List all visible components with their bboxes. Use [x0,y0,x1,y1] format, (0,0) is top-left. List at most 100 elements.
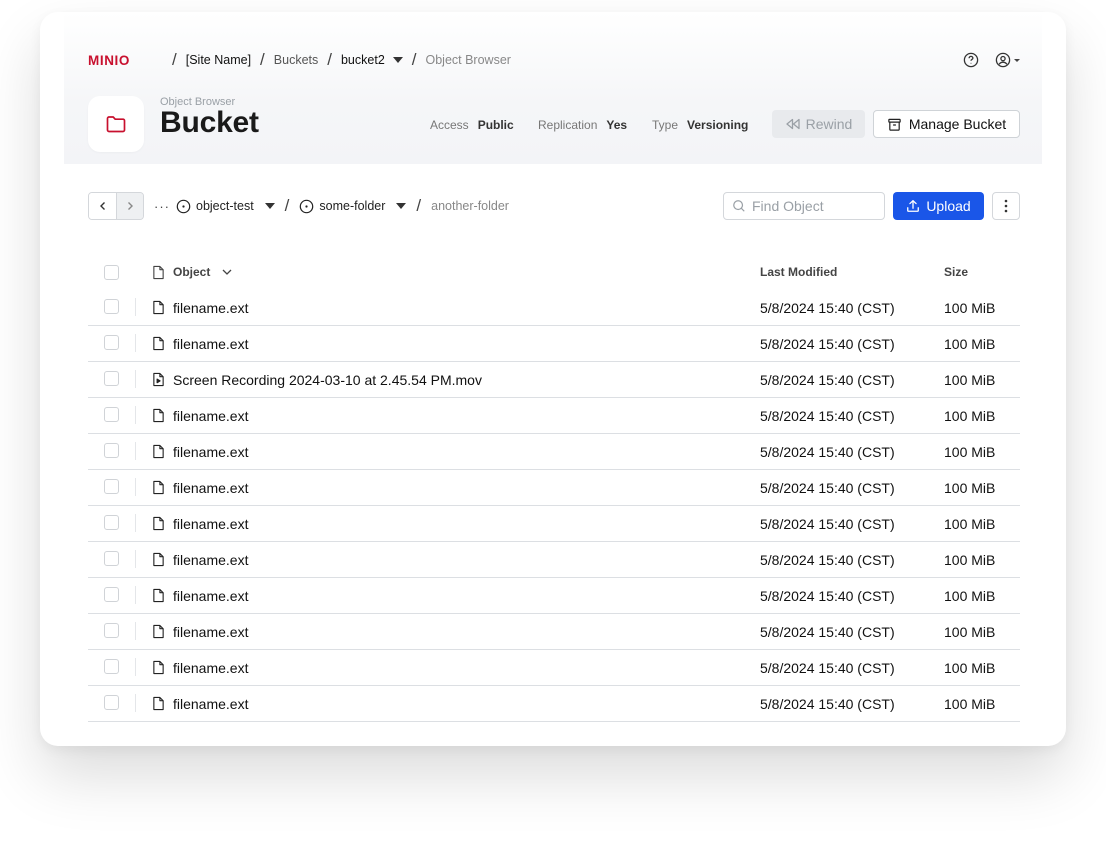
path-segment-2[interactable]: some-folder [299,199,407,214]
breadcrumb-bucket: bucket2 [340,53,385,67]
object-name: Screen Recording 2024-03-10 at 2.45.54 P… [173,371,482,388]
row-divider [135,622,136,640]
size-cell: 100 MiB [944,443,996,460]
user-menu-button[interactable] [995,52,1020,68]
rewind-label: Rewind [805,116,853,132]
row-checkbox[interactable] [104,407,119,422]
row-checkbox[interactable] [104,479,119,494]
row-checkbox[interactable] [104,587,119,602]
user-avatar-icon [995,52,1011,68]
object-cell[interactable]: Screen Recording 2024-03-10 at 2.45.54 P… [152,372,482,388]
select-all-checkbox[interactable] [104,265,119,280]
row-checkbox[interactable] [104,659,119,674]
row-divider [135,334,136,352]
search-icon [733,200,745,212]
app-window: MINIO / [Site Name] / Buckets / bucket2 … [40,12,1066,746]
object-cell[interactable]: filename.ext [152,624,248,640]
object-cell[interactable]: filename.ext [152,516,248,532]
column-object-label: Object [173,265,211,279]
last-modified-cell: 5/8/2024 15:40 (CST) [760,695,895,712]
file-icon [152,588,165,603]
help-icon[interactable] [963,52,979,68]
row-checkbox[interactable] [104,443,119,458]
rewind-icon [785,118,800,130]
find-object-search[interactable] [723,192,885,220]
column-object[interactable]: Object [152,265,232,280]
forward-button[interactable] [116,193,143,219]
table-row[interactable]: filename.ext 5/8/2024 15:40 (CST) 100 Mi… [88,650,1020,686]
row-checkbox[interactable] [104,695,119,710]
object-cell[interactable]: filename.ext [152,444,248,460]
object-cell[interactable]: filename.ext [152,588,248,604]
rewind-button[interactable]: Rewind [772,110,865,138]
path-segment-2-label: some-folder [319,199,386,213]
column-last-modified[interactable]: Last Modified [760,265,837,279]
upload-button[interactable]: Upload [893,192,984,220]
table-row[interactable]: filename.ext 5/8/2024 15:40 (CST) 100 Mi… [88,578,1020,614]
file-icon [152,408,165,423]
row-divider [135,478,136,496]
size-cell: 100 MiB [944,551,996,568]
row-checkbox[interactable] [104,335,119,350]
last-modified-cell: 5/8/2024 15:40 (CST) [760,299,895,316]
object-name: filename.ext [173,623,249,640]
table-row[interactable]: filename.ext 5/8/2024 15:40 (CST) 100 Mi… [88,326,1020,362]
object-cell[interactable]: filename.ext [152,408,248,424]
breadcrumb-site[interactable]: [Site Name] [186,53,251,67]
path-overflow-ellipsis[interactable]: ··· [154,199,170,214]
table-row[interactable]: filename.ext 5/8/2024 15:40 (CST) 100 Mi… [88,398,1020,434]
table-header: Object Last Modified Size [88,254,1020,290]
search-input[interactable] [752,198,878,214]
file-icon [152,516,165,531]
object-path: ··· object-test / some-folder / another-… [154,196,509,215]
row-checkbox[interactable] [104,551,119,566]
manage-bucket-button[interactable]: Manage Bucket [873,110,1020,138]
table-row[interactable]: filename.ext 5/8/2024 15:40 (CST) 100 Mi… [88,290,1020,326]
object-name: filename.ext [173,515,249,532]
last-modified-cell: 5/8/2024 15:40 (CST) [760,371,895,388]
file-icon [152,624,165,639]
last-modified-cell: 5/8/2024 15:40 (CST) [760,623,895,640]
table-row[interactable]: filename.ext 5/8/2024 15:40 (CST) 100 Mi… [88,686,1020,722]
object-cell[interactable]: filename.ext [152,300,248,316]
size-cell: 100 MiB [944,515,996,532]
breadcrumb-bucket-select[interactable]: bucket2 [341,53,403,67]
table-row[interactable]: filename.ext 5/8/2024 15:40 (CST) 100 Mi… [88,506,1020,542]
size-cell: 100 MiB [944,335,996,352]
table-row[interactable]: Screen Recording 2024-03-10 at 2.45.54 P… [88,362,1020,398]
object-cell[interactable]: filename.ext [152,660,248,676]
row-checkbox[interactable] [104,371,119,386]
bucket-replication: Replication Yes [538,118,627,132]
header-panel [64,12,1042,164]
table-row[interactable]: filename.ext 5/8/2024 15:40 (CST) 100 Mi… [88,614,1020,650]
back-button[interactable] [89,193,116,219]
chevron-down-icon [392,57,403,63]
row-checkbox[interactable] [104,299,119,314]
row-divider [135,658,136,676]
column-size[interactable]: Size [944,265,968,279]
row-checkbox[interactable] [104,623,119,638]
last-modified-cell: 5/8/2024 15:40 (CST) [760,407,895,424]
row-divider [135,586,136,604]
minio-logo[interactable]: MINIO [88,54,145,66]
path-segment-1[interactable]: object-test [176,199,275,214]
file-icon [152,300,165,315]
table-row[interactable]: filename.ext 5/8/2024 15:40 (CST) 100 Mi… [88,434,1020,470]
last-modified-cell: 5/8/2024 15:40 (CST) [760,443,895,460]
chevron-right-icon [128,202,133,210]
video-file-icon [152,372,165,387]
table-row[interactable]: filename.ext 5/8/2024 15:40 (CST) 100 Mi… [88,470,1020,506]
breadcrumb-buckets[interactable]: Buckets [274,53,318,67]
row-checkbox[interactable] [104,515,119,530]
object-name: filename.ext [173,443,249,460]
object-cell[interactable]: filename.ext [152,336,248,352]
bucket-access: Access Public [430,118,514,132]
object-cell[interactable]: filename.ext [152,480,248,496]
object-name: filename.ext [173,551,249,568]
more-options-button[interactable] [992,192,1020,220]
object-cell[interactable]: filename.ext [152,552,248,568]
object-cell[interactable]: filename.ext [152,696,248,712]
bucket-type: Type Versioning [652,118,748,132]
table-row[interactable]: filename.ext 5/8/2024 15:40 (CST) 100 Mi… [88,542,1020,578]
prefix-icon [176,199,191,213]
